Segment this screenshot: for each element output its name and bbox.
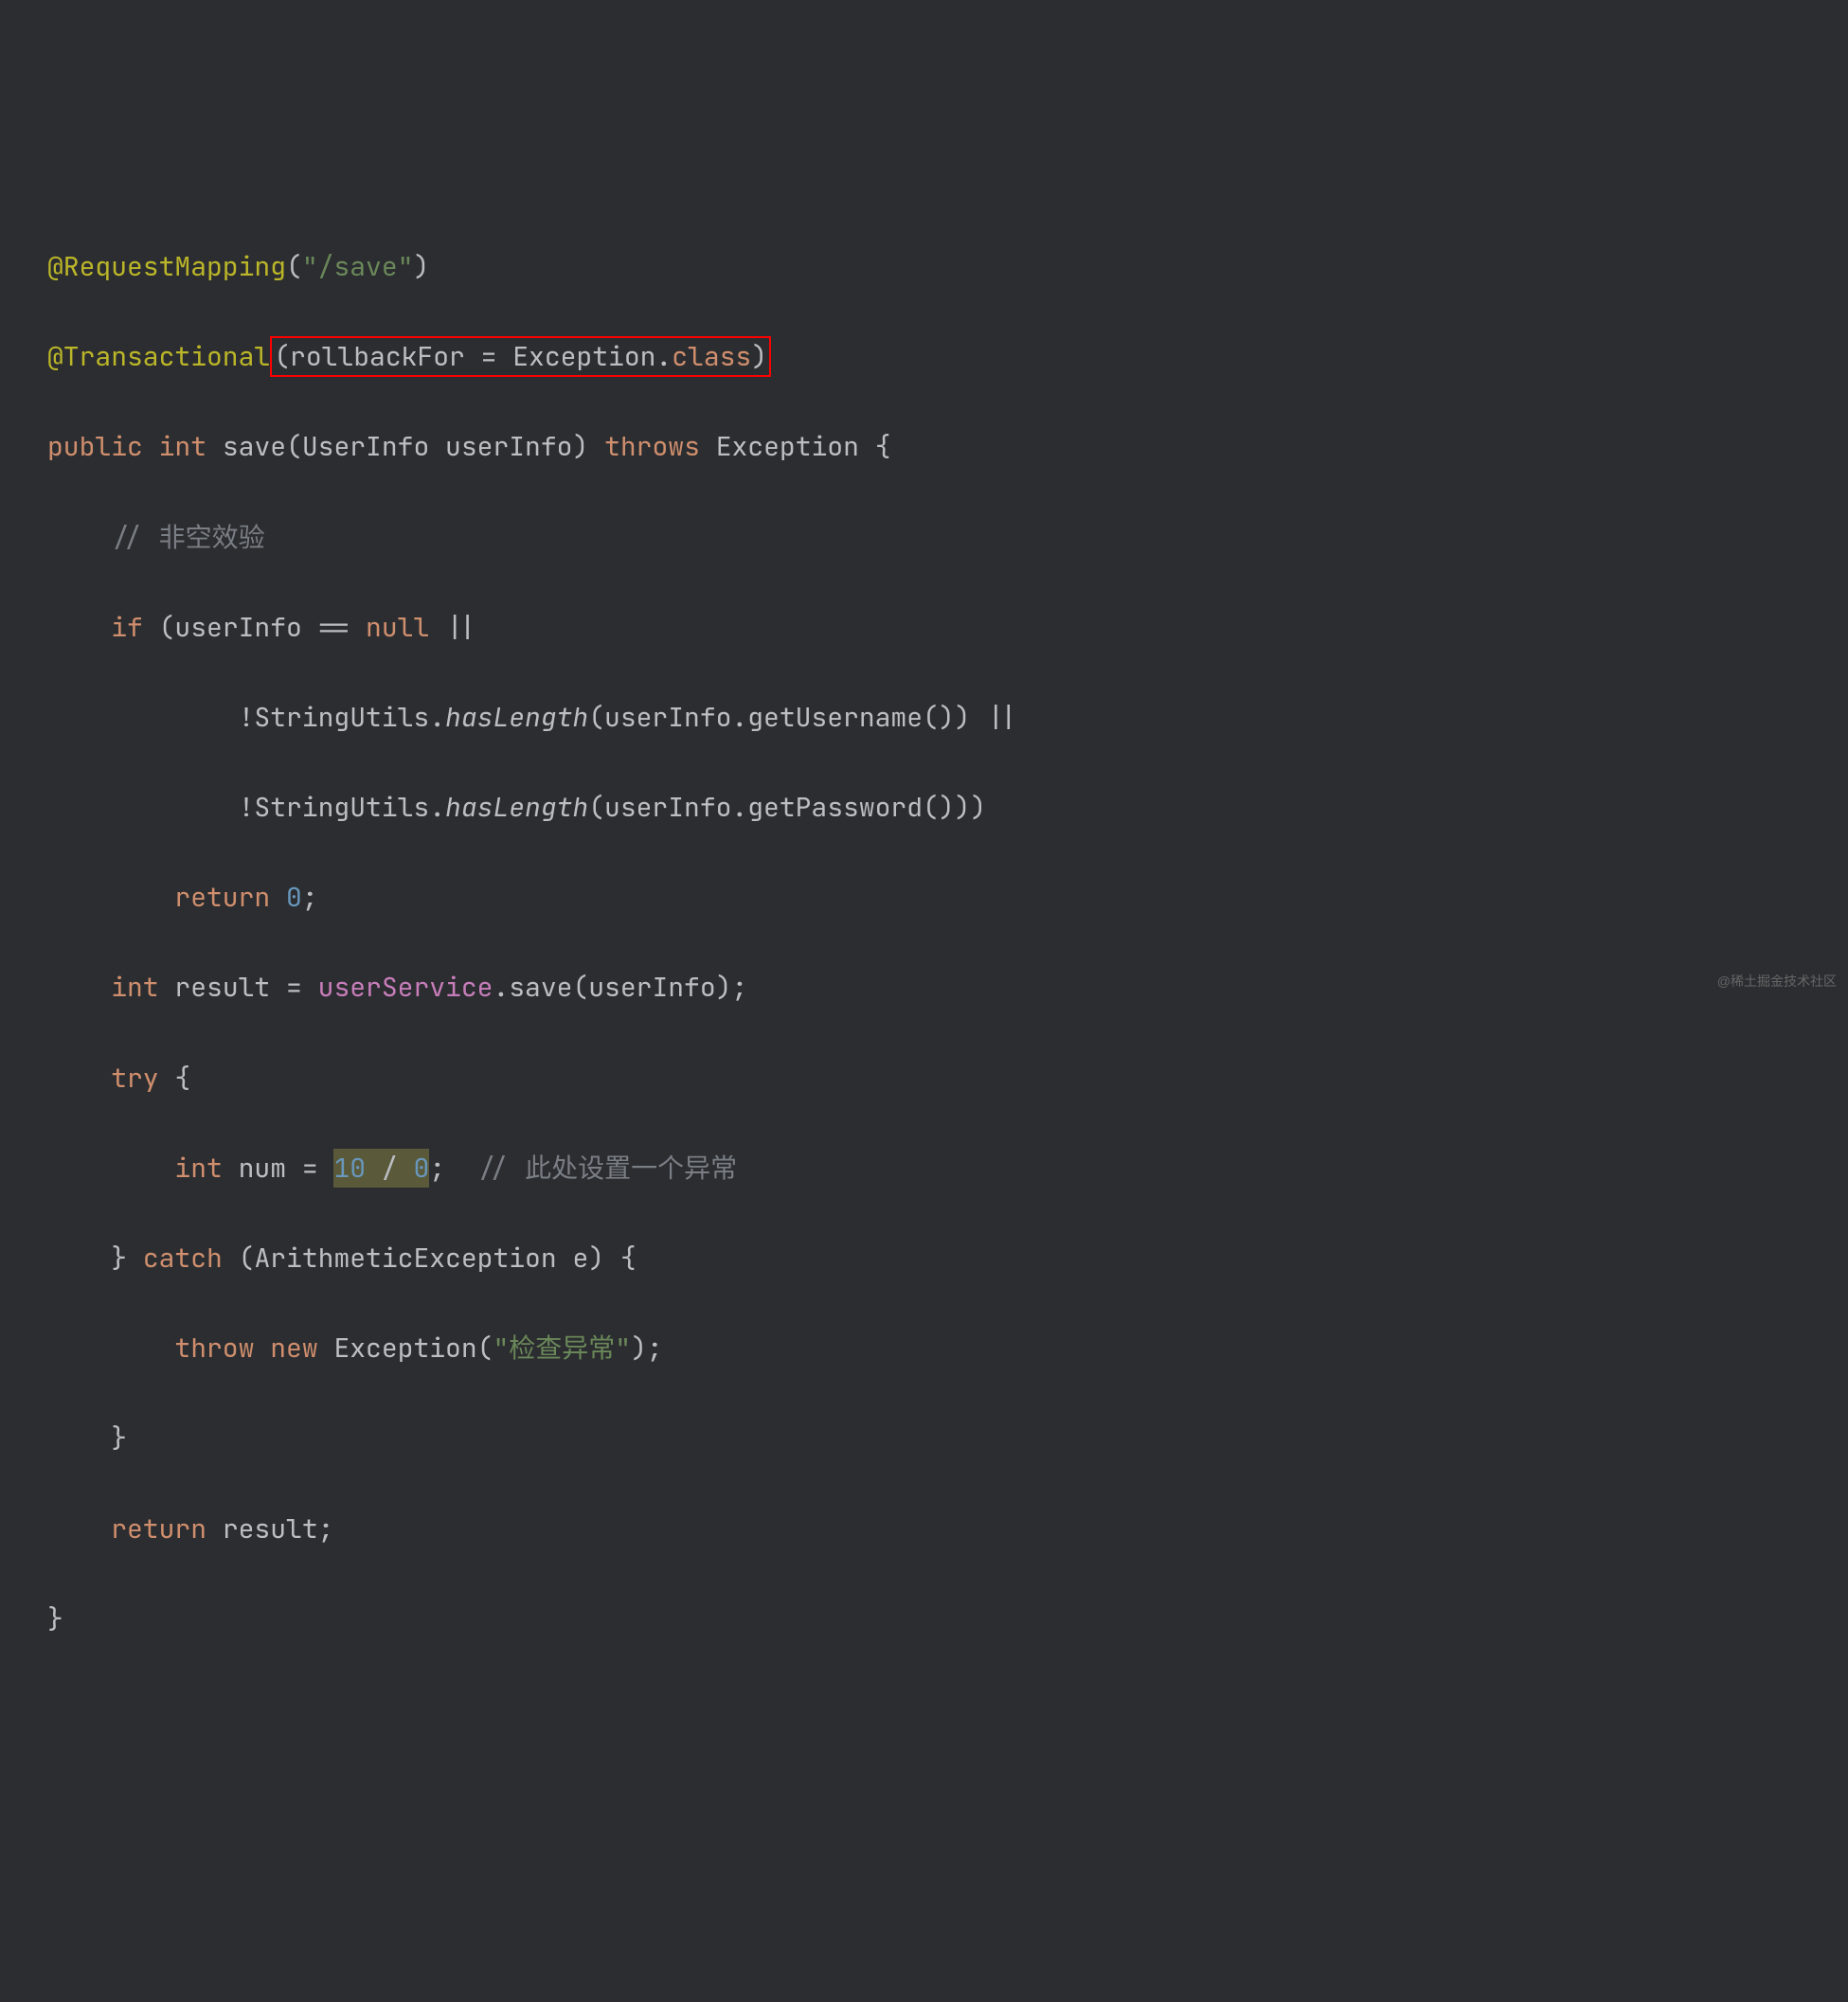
brace: } (111, 1241, 127, 1276)
watermark: @稀土掘金技术社区 (1717, 971, 1837, 993)
highlight-box: (rollbackFor = Exception.class) (270, 336, 771, 377)
field-ref: userService (318, 970, 493, 1005)
condition: (userInfo == (159, 610, 350, 645)
paren: ( (274, 339, 290, 374)
keyword-int: int (111, 970, 158, 1005)
negation: !StringUtils. (239, 700, 445, 735)
number-literal: 10 (333, 1151, 366, 1186)
string-literal: "/save" (302, 249, 414, 284)
annotation: @Transactional (47, 339, 270, 374)
comment: // 此处设置一个异常 (477, 1151, 737, 1186)
code-line: @RequestMapping("/save") (47, 244, 1801, 290)
keyword-return: return (174, 880, 270, 915)
code-line: int num = 10 / 0; // 此处设置一个异常 (47, 1146, 1801, 1191)
keyword-throw: throw (174, 1331, 254, 1366)
params: (UserInfo userInfo) (286, 429, 588, 464)
method-call: hasLength (445, 700, 588, 735)
keyword-catch: catch (143, 1241, 223, 1276)
variable-ref: result; (223, 1511, 334, 1546)
negation: !StringUtils. (239, 790, 445, 825)
keyword-null: null (366, 610, 429, 645)
keyword-try: try (111, 1061, 158, 1096)
code-line: return 0; (47, 875, 1801, 921)
brace: } (111, 1421, 127, 1456)
brace: { (174, 1061, 190, 1096)
number-literal: 0 (286, 880, 302, 915)
code-line: if (userInfo == null || (47, 605, 1801, 651)
semicolon: ; (302, 880, 318, 915)
string-literal: "检查异常" (493, 1331, 631, 1366)
code-line: !StringUtils.hasLength(userInfo.getUsern… (47, 695, 1801, 741)
method-chain: .save(userInfo); (493, 970, 747, 1005)
operator-or: || (445, 610, 477, 645)
method-call: hasLength (445, 790, 588, 825)
code-line: } (47, 1597, 1801, 1642)
keyword-int: int (159, 429, 206, 464)
paren: ) (413, 249, 429, 284)
selection-highlight: 10 / 0 (333, 1149, 429, 1188)
variable-decl: num = (239, 1151, 318, 1186)
args: (userInfo.getPassword())) (588, 790, 986, 825)
exception-type: Exception { (716, 429, 891, 464)
keyword-if: if (111, 610, 143, 645)
keyword-new: new (270, 1331, 317, 1366)
args: (userInfo.getUsername()) || (588, 700, 1018, 735)
semicolon: ; (429, 1151, 445, 1186)
keyword-class: class (672, 339, 751, 374)
code-line: !StringUtils.hasLength(userInfo.getPassw… (47, 785, 1801, 831)
paren: ( (286, 249, 302, 284)
code-editor[interactable]: @RequestMapping("/save") @Transactional(… (47, 199, 1801, 1687)
comment: // 非空效验 (111, 520, 264, 555)
code-line: try { (47, 1056, 1801, 1101)
code-line: } (47, 1416, 1801, 1461)
paren: ) (751, 339, 767, 374)
code-line: // 非空效验 (47, 515, 1801, 561)
number-literal: 0 (414, 1151, 430, 1186)
constructor: Exception( (333, 1331, 493, 1366)
code-line: @Transactional(rollbackFor = Exception.c… (47, 334, 1801, 380)
variable-decl: result = (174, 970, 301, 1005)
keyword-return: return (111, 1511, 206, 1546)
catch-params: (ArithmeticException e) { (239, 1241, 637, 1276)
close-paren: ); (631, 1331, 663, 1366)
keyword-public: public (47, 429, 143, 464)
method-name: save (223, 429, 286, 464)
code-line: return result; (47, 1507, 1801, 1552)
param-text: rollbackFor = Exception. (290, 339, 672, 374)
code-line: public int save(UserInfo userInfo) throw… (47, 424, 1801, 470)
annotation: @RequestMapping (47, 249, 286, 284)
code-line: } catch (ArithmeticException e) { (47, 1236, 1801, 1281)
brace: } (47, 1601, 63, 1636)
operator-div: / (382, 1151, 398, 1186)
keyword-throws: throws (604, 429, 700, 464)
code-line: throw new Exception("检查异常"); (47, 1326, 1801, 1371)
code-line: int result = userService.save(userInfo); (47, 965, 1801, 1010)
keyword-int: int (174, 1151, 222, 1186)
